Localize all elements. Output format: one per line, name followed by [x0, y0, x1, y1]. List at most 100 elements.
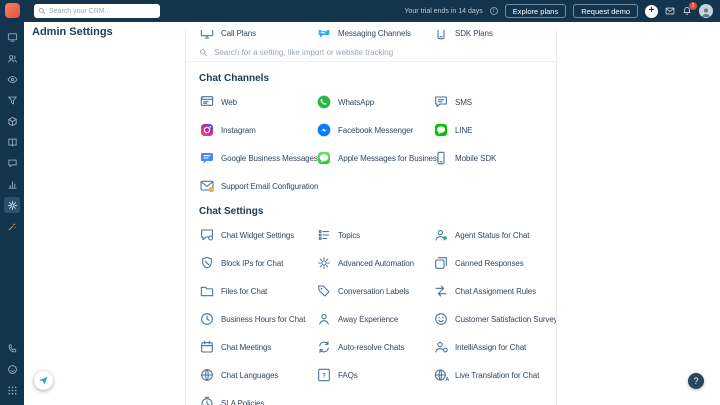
settings-search-input[interactable] — [214, 48, 543, 57]
sidebar-wand-icon[interactable] — [4, 218, 20, 234]
setting-item-agent-status-for-chat[interactable]: Agent Status for Chat — [433, 226, 556, 244]
instagram-icon — [199, 122, 215, 138]
sidebar-waffle-icon[interactable] — [4, 382, 20, 398]
section-title-chat-settings: Chat Settings — [199, 206, 264, 217]
setting-item-topics[interactable]: Topics — [316, 226, 433, 244]
setting-item-advanced-automation[interactable]: Advanced Automation — [316, 254, 433, 272]
setting-item-faqs[interactable]: ? FAQs — [316, 366, 433, 384]
global-search[interactable] — [34, 4, 160, 18]
gbm-icon — [199, 150, 215, 166]
global-search-input[interactable] — [49, 7, 156, 15]
add-icon[interactable]: + — [645, 4, 658, 18]
sidebar-chat-icon[interactable] — [4, 155, 20, 171]
email-gear-icon — [199, 178, 215, 194]
setting-item-label: Chat Widget Settings — [221, 230, 295, 240]
avatar[interactable] — [699, 4, 713, 18]
sidebar-cube-icon[interactable] — [4, 113, 20, 129]
sidebar-eye-icon[interactable] — [4, 71, 20, 87]
person-gear-icon — [433, 339, 449, 355]
globe-icon — [199, 367, 215, 383]
web-icon — [199, 94, 215, 110]
setting-item-call-plans[interactable]: Call Plans — [199, 30, 316, 42]
setting-item-messaging-channels[interactable]: Messaging Channels — [316, 30, 433, 42]
setting-item-business-hours-for-chat[interactable]: Business Hours for Chat — [199, 310, 316, 328]
whatsapp-icon — [316, 94, 332, 110]
setting-item-instagram[interactable]: Instagram — [199, 121, 316, 139]
setting-item-label: Web — [221, 97, 238, 107]
sidebar-smiley-icon[interactable] — [4, 361, 20, 377]
sidebar-monitor-icon[interactable] — [4, 29, 20, 45]
setting-item-apple-messages-for-business[interactable]: Apple Messages for Business — [316, 149, 441, 167]
widget-icon — [199, 227, 215, 243]
explore-plans-button[interactable]: Explore plans — [504, 4, 567, 18]
sidebar-funnel-icon[interactable] — [4, 92, 20, 108]
setting-item-whatsapp[interactable]: WhatsApp — [316, 93, 433, 111]
setting-item-label: Call Plans — [221, 30, 257, 38]
sidebar — [0, 0, 24, 405]
sidebar-book-icon[interactable] — [4, 134, 20, 150]
page-title: Admin Settings — [32, 26, 113, 38]
setting-item-label: Instagram — [221, 125, 256, 135]
setting-item-label: Live Translation for Chat — [455, 370, 540, 380]
mail-icon[interactable] — [665, 6, 675, 16]
timer-icon — [199, 395, 215, 405]
setting-item-chat-languages[interactable]: Chat Languages — [199, 366, 316, 384]
setting-item-chat-widget-settings[interactable]: Chat Widget Settings — [199, 226, 316, 244]
setting-item-canned-responses[interactable]: Canned Responses — [433, 254, 556, 272]
settings-grid: Web WhatsApp SMS Instagram Facebook Messenge… — [199, 93, 543, 195]
setting-item-intelliassign-for-chat[interactable]: IntelliAssign for Chat — [433, 338, 556, 356]
setting-item-mobile-sdk[interactable]: Mobile SDK — [433, 149, 543, 167]
setting-item-customer-satisfaction-survey[interactable]: Customer Satisfaction Survey — [433, 310, 556, 328]
setting-item-chat-assignment-rules[interactable]: Chat Assignment Rules — [433, 282, 556, 300]
sidebar-gear-icon[interactable] — [4, 197, 20, 213]
setting-item-auto-resolve-chats[interactable]: Auto-resolve Chats — [316, 338, 433, 356]
settings-panel: Call Plans Messaging Channels SDK Plans Ch… — [185, 30, 557, 405]
setting-item-facebook-messenger[interactable]: Facebook Messenger — [316, 121, 433, 139]
setting-item-label: Canned Responses — [455, 258, 524, 268]
smiley-icon — [433, 311, 449, 327]
chat-launcher-button[interactable] — [34, 371, 53, 390]
app-logo[interactable] — [4, 3, 20, 18]
setting-item-google-business-messages[interactable]: Google Business Messages — [199, 149, 318, 167]
sidebar-phone-icon[interactable] — [4, 340, 20, 356]
faq-icon: ? — [316, 367, 332, 383]
setting-item-label: Auto-resolve Chats — [338, 342, 405, 352]
setting-item-web[interactable]: Web — [199, 93, 316, 111]
info-icon[interactable]: i — [489, 7, 498, 15]
messenger-icon — [316, 122, 332, 138]
setting-item-label: Apple Messages for Business — [338, 153, 441, 163]
setting-item-line[interactable]: LINE — [433, 121, 543, 139]
setting-item-files-for-chat[interactable]: Files for Chat — [199, 282, 316, 300]
setting-item-label: Business Hours for Chat — [221, 314, 306, 324]
setting-item-label: Google Business Messages — [221, 153, 318, 163]
setting-item-sms[interactable]: SMS — [433, 93, 543, 111]
line-icon — [433, 122, 449, 138]
setting-item-sdk-plans[interactable]: SDK Plans — [433, 30, 550, 42]
setting-item-away-experience[interactable]: Away Experience — [316, 310, 433, 328]
request-demo-button[interactable]: Request demo — [573, 4, 638, 18]
setting-item-chat-meetings[interactable]: Chat Meetings — [199, 338, 316, 356]
agent-status-icon — [433, 227, 449, 243]
notifications-bell-icon[interactable]: 1 — [682, 2, 697, 16]
svg-text:A: A — [445, 377, 449, 383]
help-button[interactable]: ? — [688, 373, 704, 389]
monitor-icon — [199, 30, 215, 41]
setting-item-block-ips-for-chat[interactable]: Block IPs for Chat — [199, 254, 316, 272]
settings-search[interactable] — [186, 44, 556, 62]
setting-item-label: Chat Meetings — [221, 342, 272, 352]
sidebar-chart-icon[interactable] — [4, 176, 20, 192]
setting-item-support-email-configuration[interactable]: Support Email Configuration — [199, 177, 318, 195]
setting-item-sla-policies[interactable]: SLA Policies — [199, 394, 316, 405]
sidebar-contacts-icon[interactable] — [4, 50, 20, 66]
settings-grid: Chat Widget Settings Topics Agent Status f… — [199, 226, 556, 405]
setting-item-label: SMS — [455, 97, 473, 107]
setting-item-label: Advanced Automation — [338, 258, 414, 268]
setting-item-label: Chat Languages — [221, 370, 279, 380]
search-icon — [38, 7, 46, 15]
gear-icon — [316, 255, 332, 271]
setting-item-conversation-labels[interactable]: Conversation Labels — [316, 282, 433, 300]
mobile-icon — [433, 150, 449, 166]
topbar: Your trial ends in 14 days i Explore pla… — [0, 0, 720, 22]
refresh-icon — [316, 339, 332, 355]
setting-item-live-translation-for-chat[interactable]: A Live Translation for Chat — [433, 366, 556, 384]
